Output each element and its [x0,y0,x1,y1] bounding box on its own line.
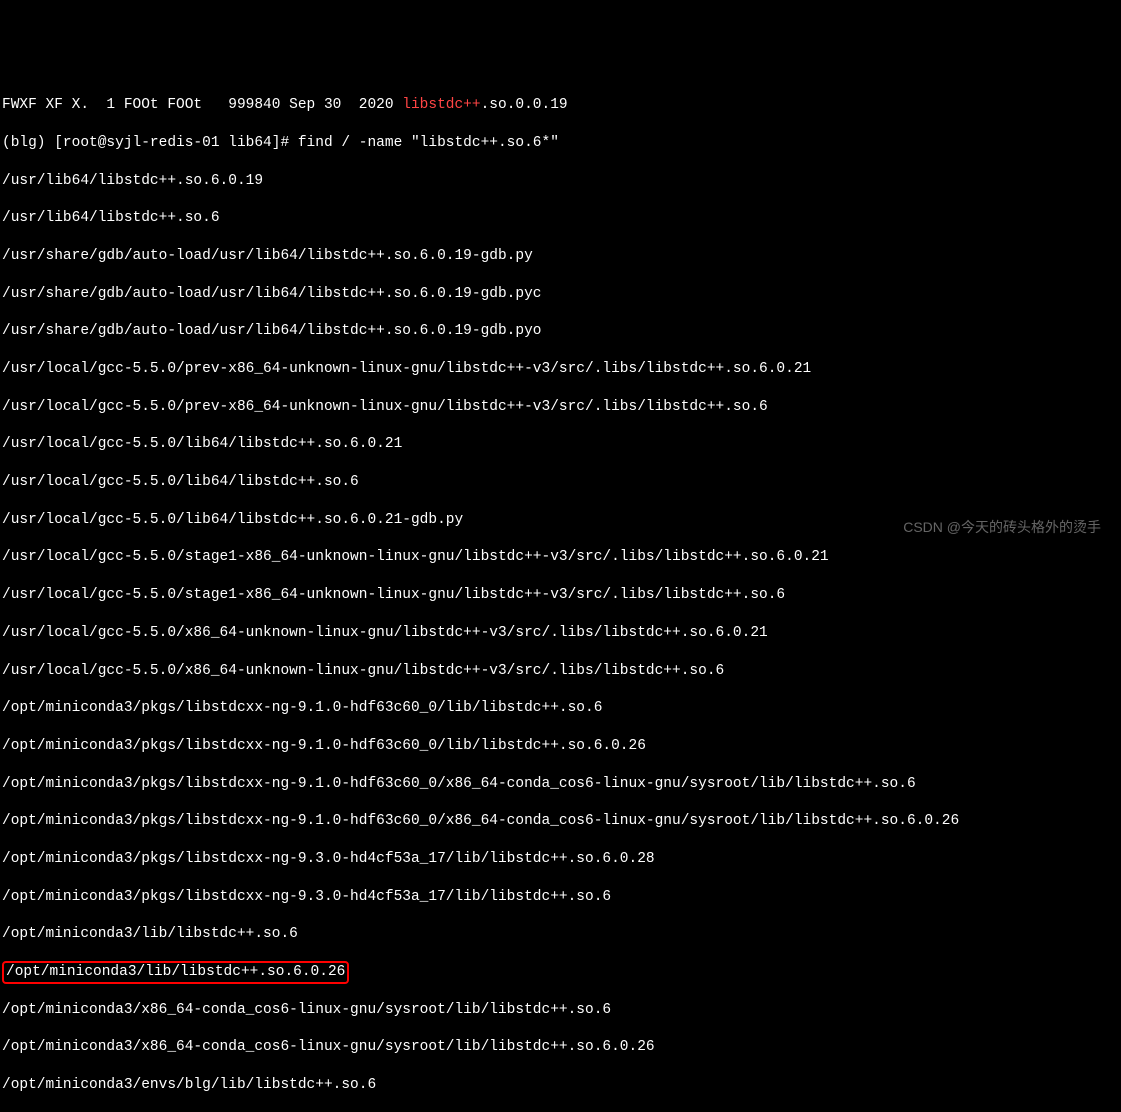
output-line: /opt/miniconda3/pkgs/libstdcxx-ng-9.1.0-… [2,812,1119,831]
output-line: /opt/miniconda3/pkgs/libstdcxx-ng-9.1.0-… [2,737,1119,756]
output-line: /opt/miniconda3/pkgs/libstdcxx-ng-9.3.0-… [2,888,1119,907]
output-line: /usr/local/gcc-5.5.0/stage1-x86_64-unkno… [2,586,1119,605]
output-line: /opt/miniconda3/pkgs/libstdcxx-ng-9.1.0-… [2,775,1119,794]
highlighted-output-line: /opt/miniconda3/lib/libstdc++.so.6.0.26 [2,963,1119,982]
output-line: /opt/miniconda3/pkgs/libstdcxx-ng-9.3.0-… [2,850,1119,869]
output-line: /usr/local/gcc-5.5.0/prev-x86_64-unknown… [2,360,1119,379]
output-line: /usr/lib64/libstdc++.so.6.0.19 [2,172,1119,191]
output-line: /opt/miniconda3/envs/blg/lib/libstdc++.s… [2,1076,1119,1095]
output-line: /opt/miniconda3/pkgs/libstdcxx-ng-9.1.0-… [2,699,1119,718]
output-line: /usr/share/gdb/auto-load/usr/lib64/libst… [2,285,1119,304]
output-line: /usr/share/gdb/auto-load/usr/lib64/libst… [2,247,1119,266]
output-line: /usr/local/gcc-5.5.0/lib64/libstdc++.so.… [2,435,1119,454]
output-line: /usr/lib64/libstdc++.so.6 [2,209,1119,228]
output-line: /usr/local/gcc-5.5.0/x86_64-unknown-linu… [2,662,1119,681]
terminal-window[interactable]: FWXF XF X. 1 FOOt FOOt 999840 Sep 30 202… [2,77,1119,1112]
output-line: /usr/local/gcc-5.5.0/x86_64-unknown-linu… [2,624,1119,643]
shell-prompt-find: (blg) [root@syjl-redis-01 lib64]# find /… [2,134,1119,153]
output-line: /usr/local/gcc-5.5.0/lib64/libstdc++.so.… [2,473,1119,492]
output-line: /opt/miniconda3/x86_64-conda_cos6-linux-… [2,1001,1119,1020]
output-line: /usr/local/gcc-5.5.0/stage1-x86_64-unkno… [2,548,1119,567]
highlight-box: /opt/miniconda3/lib/libstdc++.so.6.0.26 [2,961,349,984]
csdn-watermark: CSDN @今天的砖头格外的烫手 [903,518,1101,536]
ls-output-partial: FWXF XF X. 1 FOOt FOOt 999840 Sep 30 202… [2,96,1119,115]
output-line: /opt/miniconda3/x86_64-conda_cos6-linux-… [2,1038,1119,1057]
output-line: /usr/local/gcc-5.5.0/prev-x86_64-unknown… [2,398,1119,417]
output-line: /usr/share/gdb/auto-load/usr/lib64/libst… [2,322,1119,341]
output-line: /opt/miniconda3/lib/libstdc++.so.6 [2,925,1119,944]
